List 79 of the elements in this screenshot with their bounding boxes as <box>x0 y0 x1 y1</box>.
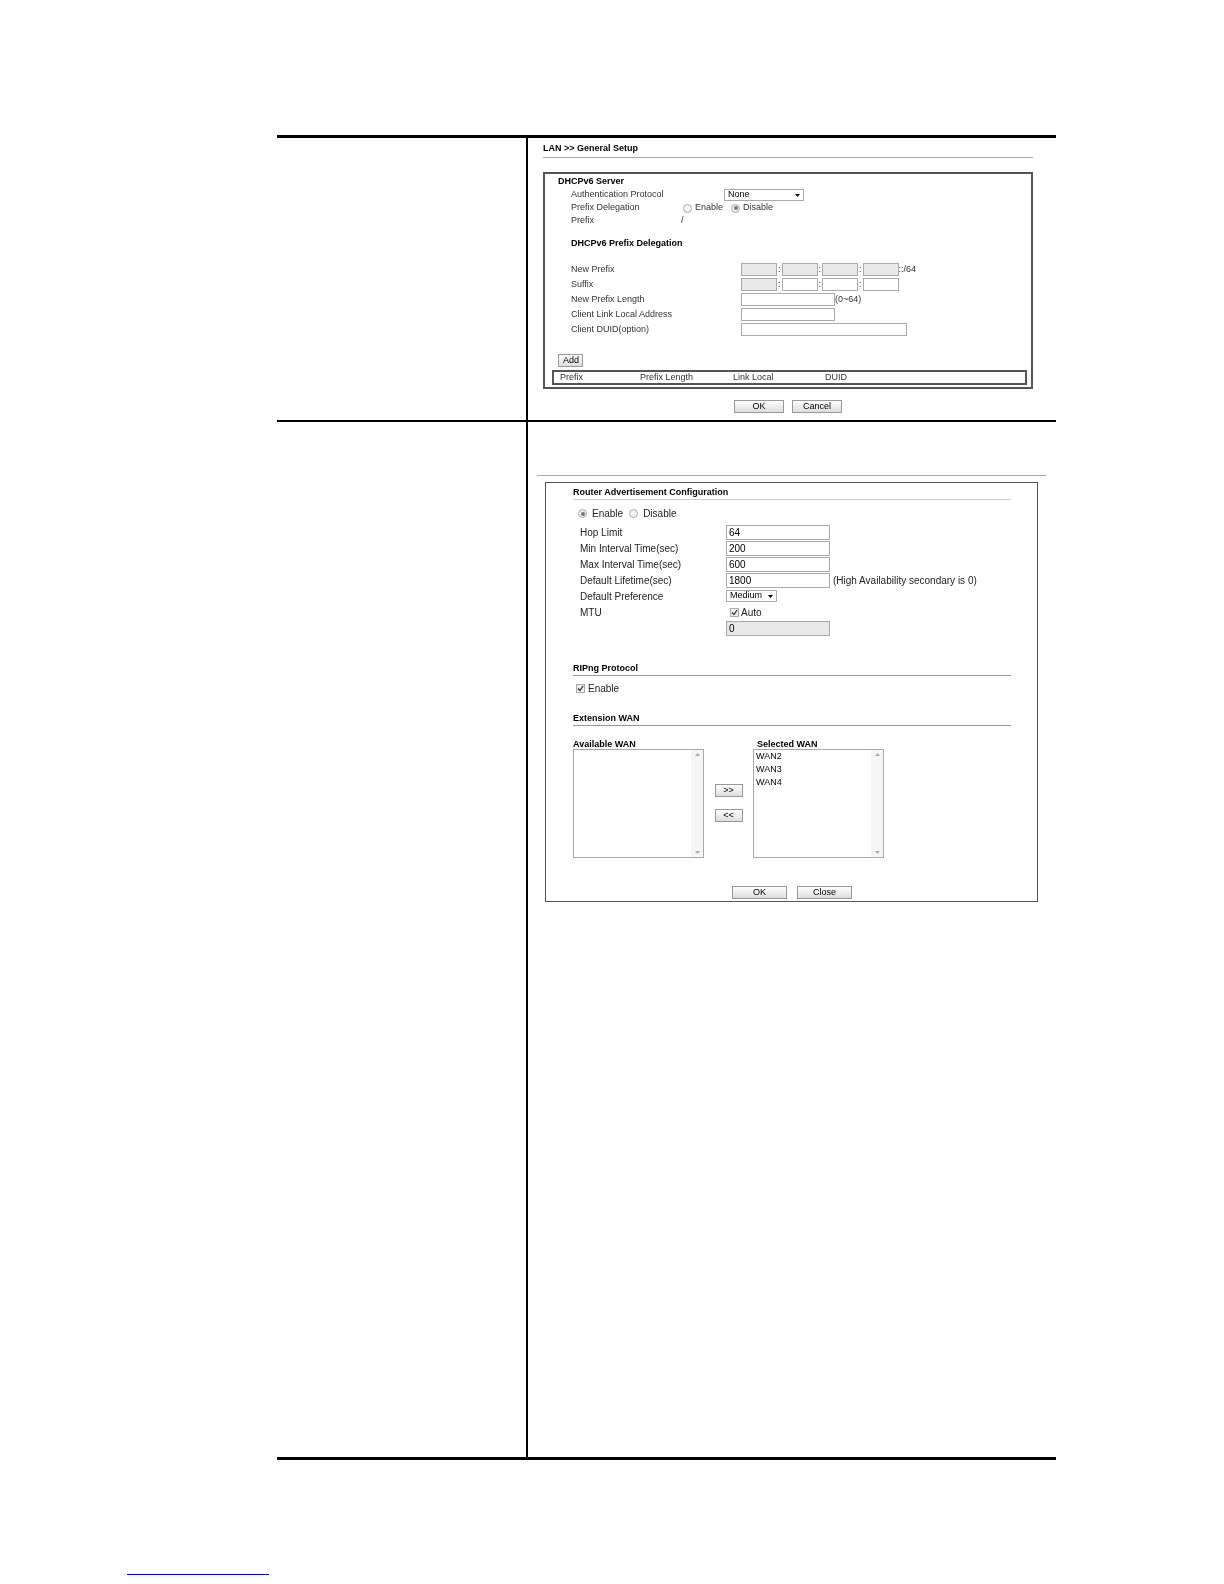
field-label: Hop Limit <box>580 525 624 540</box>
field-label: MTU <box>580 605 603 620</box>
button[interactable]: OK <box>734 400 784 413</box>
column-header: Link Local <box>733 370 775 384</box>
field-hint: (0~64) <box>835 292 862 306</box>
section-title: Router Advertisement Configuration <box>573 486 730 498</box>
checkbox-label: Auto <box>741 605 762 620</box>
input-field[interactable]: 200 <box>726 540 830 556</box>
list-box[interactable]: WAN2 WAN3 WAN4 <box>753 749 884 858</box>
checkbox-label: Enable <box>588 681 620 696</box>
radio-label: Enable <box>592 507 624 521</box>
radio-label: Disable <box>743 201 774 215</box>
scrollbar[interactable] <box>871 750 883 857</box>
button[interactable]: Add <box>558 354 583 367</box>
list-title: Selected WAN <box>756 739 819 749</box>
separator-text: : <box>777 277 782 291</box>
radio-button[interactable] <box>578 509 587 518</box>
input-field[interactable]: 1800 <box>726 572 830 588</box>
section-title: DHCPv6 Server <box>558 175 626 188</box>
section-title: RIPng Protocol <box>573 662 639 674</box>
scroll-up-icon <box>694 753 700 756</box>
field-label: Prefix Delegation <box>571 201 641 215</box>
input-field[interactable] <box>822 278 859 291</box>
radio-label: Disable <box>643 507 677 521</box>
input-field[interactable] <box>862 278 899 291</box>
column-header: DUID <box>825 370 848 384</box>
field-label: New Prefix <box>571 262 616 276</box>
field-hint: ::/64 <box>898 262 917 276</box>
button[interactable]: Close <box>797 886 852 899</box>
field-label: New Prefix Length <box>571 292 646 306</box>
separator-text: : <box>777 262 782 276</box>
field-label: Min Interval Time(sec) <box>580 541 680 556</box>
section-title: Extension WAN <box>573 712 641 724</box>
column-header: Prefix Length <box>640 370 695 384</box>
separator-text: : <box>817 277 823 291</box>
caret-icon <box>795 193 800 197</box>
radio-button[interactable] <box>629 509 639 518</box>
list-item[interactable]: WAN2 <box>756 750 871 763</box>
field-label: Suffix <box>571 277 595 291</box>
input-field[interactable] <box>741 323 907 336</box>
field-hint: (High Availability secondary is 0) <box>833 573 977 588</box>
scrollbar[interactable] <box>691 750 703 857</box>
radio-label: Enable <box>695 201 724 215</box>
field-label: Authentication Protocol <box>571 188 665 202</box>
list-box[interactable] <box>573 749 704 858</box>
section-title: DHCPv6 Prefix Delegation <box>571 236 684 250</box>
separator-text: : <box>858 277 863 291</box>
field-label: Prefix <box>571 213 595 227</box>
input-field[interactable] <box>741 308 835 321</box>
input-field[interactable]: 600 <box>726 556 830 572</box>
scroll-up-icon <box>874 753 880 756</box>
caret-icon <box>768 594 773 598</box>
radio-button[interactable] <box>683 203 692 213</box>
dropdown[interactable]: None <box>724 189 804 201</box>
button[interactable]: OK <box>732 886 787 899</box>
column-header: Prefix <box>560 370 584 384</box>
input-field[interactable] <box>741 293 835 306</box>
radio-button[interactable] <box>731 203 741 213</box>
button[interactable]: >> <box>714 784 743 797</box>
field-label: Client DUID(option) <box>571 322 651 336</box>
button[interactable]: << <box>714 809 743 822</box>
scroll-down-icon <box>874 851 880 854</box>
dropdown[interactable]: Medium <box>726 590 777 602</box>
list-item[interactable]: WAN3 <box>756 763 871 776</box>
input-field[interactable] <box>781 278 818 291</box>
field-label: Client Link Local Address <box>571 307 674 321</box>
field-label: Default Preference <box>580 589 665 604</box>
button[interactable]: Cancel <box>792 400 842 413</box>
list-title: Available WAN <box>573 739 637 749</box>
list-item[interactable]: WAN4 <box>756 776 871 789</box>
scroll-down-icon <box>694 851 700 854</box>
breadcrumb: LAN >> General Setup <box>543 142 640 154</box>
input-field[interactable]: 64 <box>726 524 830 540</box>
separator-text: : <box>858 262 863 276</box>
checkbox[interactable] <box>576 683 585 693</box>
field-label: Max Interval Time(sec) <box>580 557 683 572</box>
field-value: / <box>681 213 684 227</box>
field-label: Default Lifetime(sec) <box>580 573 673 588</box>
separator-text: : <box>817 262 823 276</box>
